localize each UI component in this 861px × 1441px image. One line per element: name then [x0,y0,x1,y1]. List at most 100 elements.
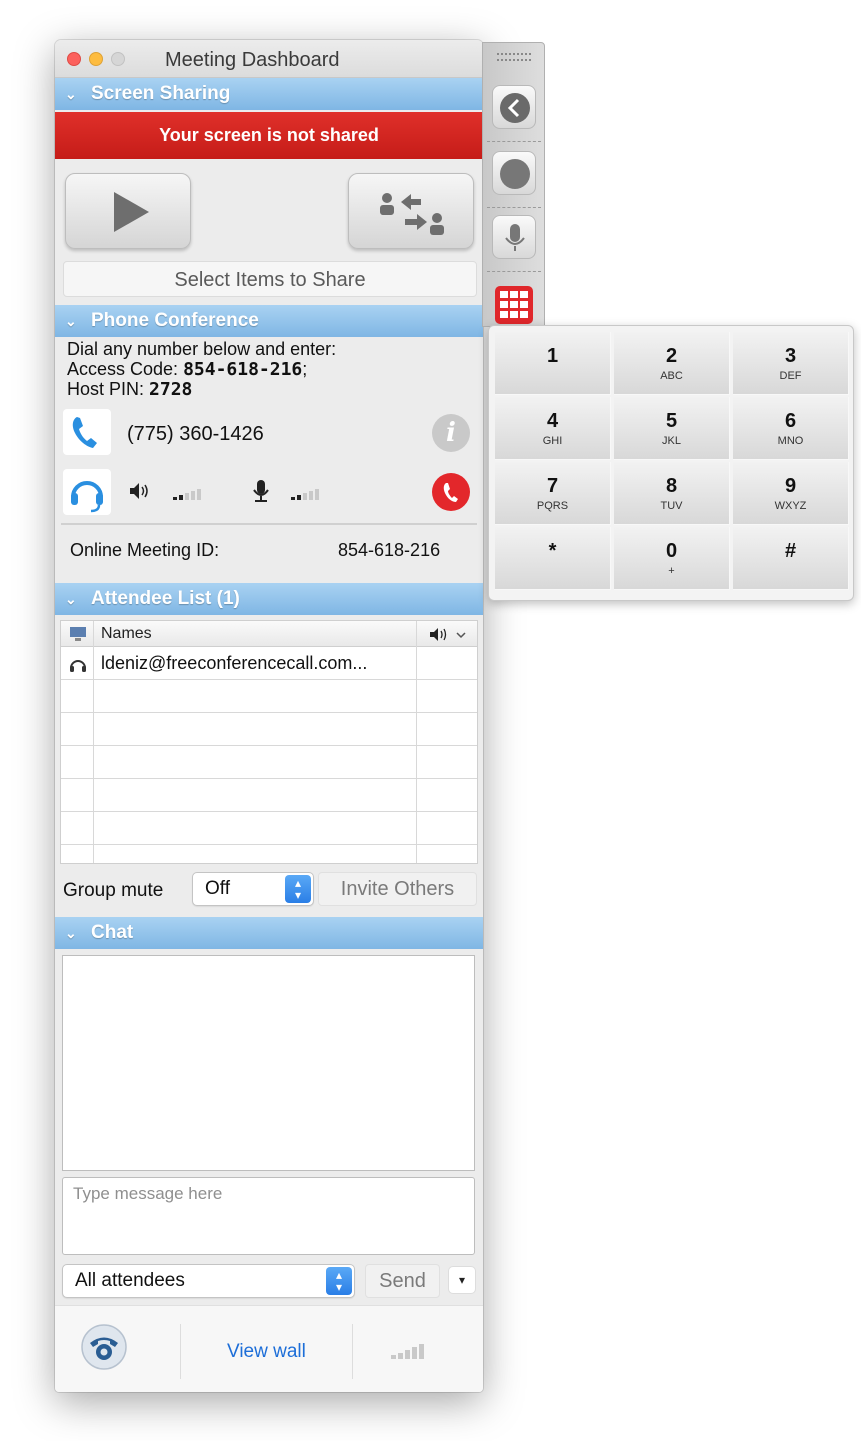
keypad-key[interactable]: # [733,527,849,590]
keypad-key[interactable]: 8 TUV [614,462,730,525]
close-window-button[interactable] [67,52,81,66]
hangup-icon[interactable] [432,473,470,511]
headset-icon [70,660,86,672]
collapse-chevron-icon: ⌄ [65,313,77,329]
screen-sharing-title: Screen Sharing [91,83,231,104]
access-code-label: Access Code: [67,359,184,379]
back-icon [500,93,530,123]
keypad-key[interactable]: 3 DEF [733,332,849,395]
keypad-icon [495,286,533,324]
keypad-key[interactable]: 1 [495,332,611,395]
keypad-key[interactable]: 5 JKL [614,397,730,460]
keypad-letters: JKL [662,435,681,447]
keypad-letters: ABC [660,370,683,382]
record-button[interactable] [492,151,536,195]
collapse-chevron-icon: ⌄ [65,86,77,102]
keypad-key[interactable]: 2 ABC [614,332,730,395]
freeconferencecall-logo[interactable] [79,1322,129,1372]
row-divider [61,844,477,845]
attendee-name[interactable]: ldeniz@freeconferencecall.com... [101,653,367,674]
keypad-key[interactable]: 0 + [614,527,730,590]
send-options-dropdown[interactable]: ▾ [448,1266,476,1294]
phone-conference-title: Phone Conference [91,310,259,331]
microphone-icon[interactable] [251,478,351,504]
dial-in-number[interactable]: (775) 360-1426 [127,423,264,446]
start-sharing-button[interactable] [65,173,191,249]
keypad-letters: + [668,565,675,577]
chat-history[interactable] [62,955,475,1171]
view-wall-link[interactable]: View wall [227,1341,306,1363]
back-button[interactable] [492,85,536,129]
keypad-digit: 4 [546,410,559,432]
row-divider [61,811,477,812]
keypad-button[interactable] [492,283,536,327]
attendee-list-header[interactable]: ⌄ Attendee List (1) [55,583,483,615]
collapse-chevron-icon: ⌄ [65,925,77,941]
column-divider [416,621,417,863]
speaker-icon[interactable] [127,480,237,502]
attendee-table-header: Names [61,621,477,647]
toolbar-separator [487,141,541,142]
keypad-digit: 5 [665,410,678,432]
headset-icon [63,469,111,515]
keypad-letters: WXYZ [774,500,807,512]
toolbar-separator [487,207,541,208]
keypad-digit: 3 [784,345,797,367]
chat-input-placeholder: Type message here [73,1184,223,1203]
access-code-line: Access Code: 854-618-216; [67,359,307,380]
online-meeting-id-value: 854-618-216 [338,540,441,560]
host-pin-line: Host PIN: 2728 [67,379,192,400]
keypad-key[interactable]: * [495,527,611,590]
names-column-header[interactable]: Names [101,625,152,643]
swap-presenter-button[interactable] [348,173,474,249]
info-icon[interactable]: i [432,414,470,452]
keypad-digit: 6 [784,410,797,432]
share-status-banner: Your screen is not shared [55,112,483,159]
side-toolbar [482,42,545,327]
keypad-letters: GHI [542,435,563,447]
chat-header[interactable]: ⌄ Chat [55,917,483,949]
keypad-digit: * [548,540,557,562]
keypad-key[interactable]: 4 GHI [495,397,611,460]
row-divider [61,778,477,779]
keypad-key[interactable]: 7 PQRS [495,462,611,525]
dial-keypad-popover: 1 2 ABC 3 DEF 4 GHI 5 JKL 6 MNO 7 PQRS 8 TUV 9 WXYZ * 0 + # [488,325,854,601]
chat-recipient-value: All attendees [75,1270,185,1291]
chat-recipient-select[interactable]: All attendees ▴ ▾ [62,1264,355,1298]
minimize-window-button[interactable] [89,52,103,66]
footer-separator [180,1324,181,1379]
keypad-digit: 0 [665,540,678,562]
swap-presenter-icon [380,193,444,235]
attendee-table: Names ldeniz@freeconferencecall.com... [60,620,478,864]
play-icon [114,192,149,232]
zoom-window-button[interactable] [111,52,125,66]
group-mute-label: Group mute [63,880,164,901]
microphone-button[interactable] [492,215,536,259]
column-divider [93,621,94,863]
collapse-chevron-icon: ⌄ [65,591,77,607]
screen-sharing-header[interactable]: ⌄ Screen Sharing [55,78,483,110]
microphone-icon [505,224,525,251]
chevron-up-down-icon: ▴ ▾ [285,875,311,903]
phone-conference-header[interactable]: ⌄ Phone Conference [55,305,483,337]
toolbar-separator [487,271,541,272]
keypad-letters: DEF [779,370,802,382]
computer-icon [70,627,86,641]
keypad-key[interactable]: 6 MNO [733,397,849,460]
volume-column-icon[interactable] [429,627,473,643]
group-mute-select[interactable]: Off ▴ ▾ [192,872,314,906]
chat-title: Chat [91,922,134,943]
send-button[interactable]: Send [365,1264,440,1298]
invite-others-button[interactable]: Invite Others [318,872,477,906]
chevron-up-down-icon: ▴ ▾ [326,1267,352,1295]
group-mute-value: Off [205,878,230,899]
keypad-digit: 8 [665,475,678,497]
meeting-dashboard-window: Meeting Dashboard ⌄ Screen Sharing Your … [55,40,483,1392]
row-divider [61,745,477,746]
drag-handle[interactable] [497,53,531,61]
select-items-to-share-button[interactable]: Select Items to Share [63,261,477,297]
chat-message-input[interactable]: Type message here [62,1177,475,1255]
row-divider [61,679,477,680]
keypad-letters: PQRS [536,500,569,512]
keypad-key[interactable]: 9 WXYZ [733,462,849,525]
